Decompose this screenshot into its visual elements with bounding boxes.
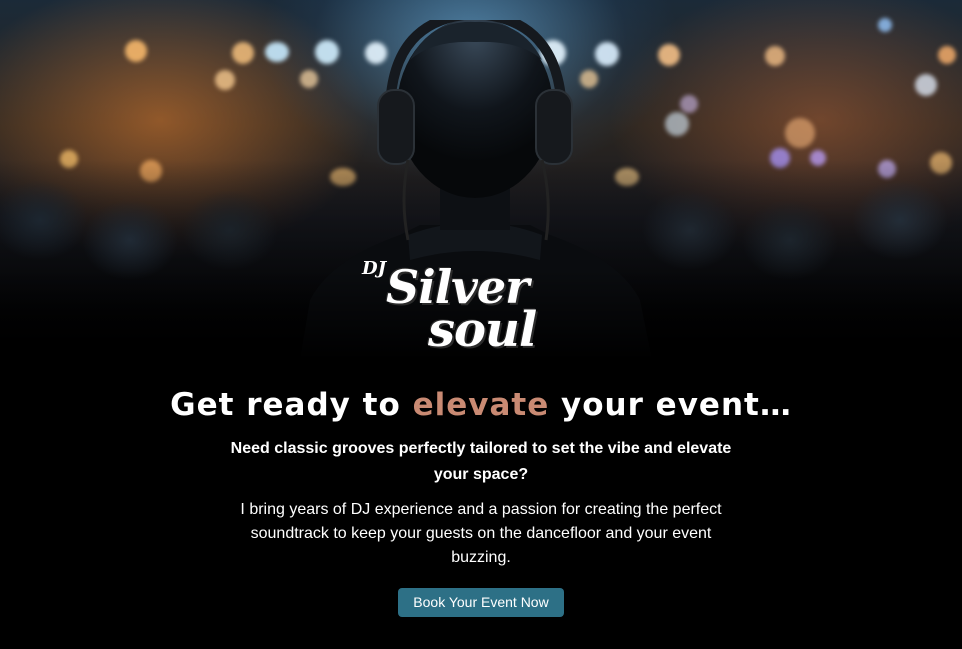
logo-dj-text: DJ xyxy=(362,258,387,279)
bokeh-light xyxy=(125,40,147,62)
bokeh-light xyxy=(665,112,689,136)
page: DJ Silver soul Get ready to elevate your… xyxy=(0,0,962,649)
headline-pre: Get ready to xyxy=(170,387,413,423)
bokeh-light xyxy=(915,74,937,96)
bokeh-light xyxy=(765,46,785,66)
page-title: Get ready to elevate your event… xyxy=(0,380,962,430)
bokeh-light xyxy=(215,70,235,90)
headline-post: your event… xyxy=(549,387,792,423)
bokeh-light xyxy=(878,18,892,32)
headline-accent: elevate xyxy=(412,387,550,423)
bokeh-light xyxy=(232,42,254,64)
bokeh-light xyxy=(658,44,680,66)
bokeh-light xyxy=(680,95,698,113)
hero-content: Get ready to elevate your event… Need cl… xyxy=(0,380,962,617)
logo-soul-text: soul xyxy=(428,302,537,358)
dj-silver-soul-logo[interactable]: DJ Silver soul xyxy=(356,252,576,364)
body-paragraph: I bring years of DJ experience and a pas… xyxy=(240,501,722,566)
book-event-button[interactable]: Book Your Event Now xyxy=(398,588,564,617)
bokeh-light xyxy=(785,118,815,148)
bokeh-light xyxy=(938,46,956,64)
bokeh-light xyxy=(265,42,289,62)
subheading: Need classic grooves perfectly tailored … xyxy=(230,440,732,483)
